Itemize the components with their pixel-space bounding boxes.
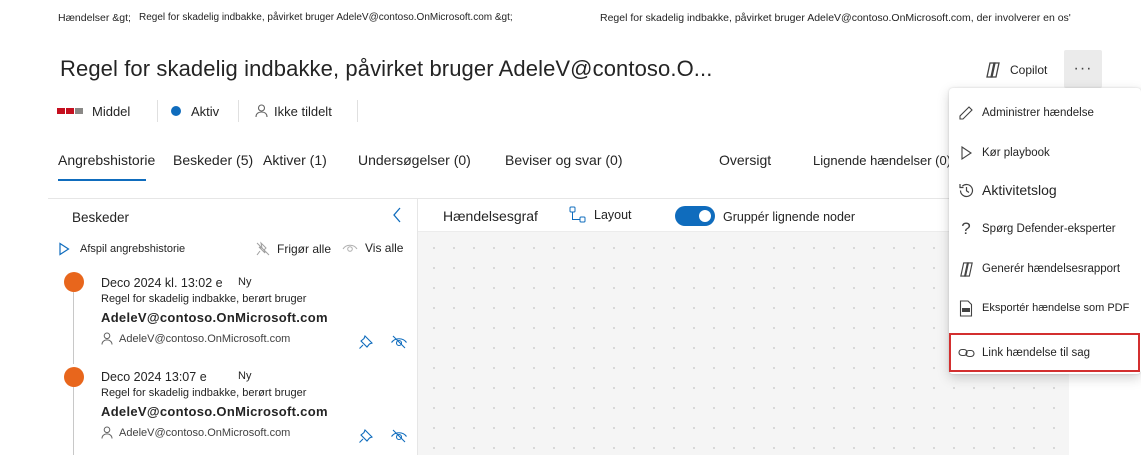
- alert-user-label: AdeleV@contoso.OnMicrosoft.com: [119, 426, 291, 439]
- alert-date: Deco 2024 kl. 13:02 e: [101, 276, 223, 290]
- graph-title: Hændelsesgraf: [443, 208, 538, 224]
- tab-similar-incidents[interactable]: Lignende hændelser (0): [813, 153, 951, 168]
- breadcrumb-current: Regel for skadelig indbakke, påvirket br…: [600, 12, 1071, 24]
- group-similar-nodes-label: Gruppér lignende noder: [723, 210, 856, 224]
- tab-assets[interactable]: Aktiver (1): [263, 152, 327, 168]
- tab-alerts[interactable]: Beskeder (5): [173, 152, 253, 168]
- layout-label: Layout: [594, 207, 632, 222]
- more-actions-button[interactable]: ···: [1064, 50, 1102, 88]
- eye-icon: [342, 241, 358, 255]
- status-divider: [357, 100, 358, 122]
- status-divider: [157, 100, 158, 122]
- person-icon: [101, 426, 113, 439]
- severity-label: Middel: [92, 103, 131, 119]
- alert-title-user[interactable]: AdeleV@contoso.OnMicrosoft.com: [101, 310, 328, 325]
- pdf-icon: [957, 299, 975, 317]
- question-icon: ?: [961, 219, 971, 238]
- severity-dot-icon: [64, 272, 84, 292]
- copilot-label: Copilot: [1010, 63, 1048, 77]
- pin-icon[interactable]: [358, 334, 374, 350]
- status-divider: [238, 100, 239, 122]
- menu-item-label: Generér hændelsesrapport: [982, 263, 1121, 275]
- status-dot-icon: [171, 106, 181, 116]
- alert-user-label: AdeleV@contoso.OnMicrosoft.com: [119, 332, 291, 345]
- person-icon: [101, 332, 113, 345]
- menu-item-activity-log[interactable]: Aktivitetslog: [949, 170, 1141, 210]
- timeline-line: [73, 386, 74, 455]
- tab-evidence[interactable]: Beviser og svar (0): [505, 152, 622, 168]
- collapse-chevron-icon[interactable]: [391, 206, 403, 224]
- hide-icon[interactable]: [390, 334, 408, 350]
- layout-icon: [569, 206, 586, 223]
- active-tab-indicator: [58, 179, 146, 181]
- play-attack-story-label: Afspil angrebshistorie: [80, 243, 186, 255]
- unpin-icon: [255, 241, 271, 257]
- copilot-button[interactable]: Copilot: [984, 60, 1047, 80]
- layout-button[interactable]: Layout: [569, 206, 632, 223]
- alert-status-badge: Ny: [238, 276, 252, 288]
- menu-item-label: Eksportér hændelse som PDF: [982, 302, 1130, 314]
- alert-description[interactable]: Regel for skadelig indbakke, berørt brug…: [101, 387, 306, 399]
- menu-item-ask-defender-experts[interactable]: ? Spørg Defender-eksperter: [949, 209, 1141, 249]
- tab-investigations[interactable]: Undersøgelser (0): [358, 152, 471, 168]
- play-icon: [58, 242, 70, 256]
- menu-item-label: Administrer hændelse: [982, 107, 1094, 119]
- alert-description[interactable]: Regel for skadelig indbakke, berørt brug…: [101, 293, 306, 305]
- play-attack-story-button[interactable]: Afspil angrebshistorie: [58, 242, 185, 256]
- tab-summary[interactable]: Oversigt: [719, 152, 771, 168]
- group-similar-nodes-toggle[interactable]: [675, 206, 715, 226]
- show-all-button[interactable]: Vis alle: [342, 241, 403, 255]
- severity-indicator: Middel: [57, 100, 130, 122]
- person-icon: [255, 104, 268, 118]
- pencil-icon: [957, 105, 975, 121]
- status-indicator: Aktiv: [171, 100, 219, 122]
- severity-bars-icon: [57, 108, 83, 114]
- menu-item-label: Aktivitetslog: [982, 182, 1057, 198]
- tab-attack-story[interactable]: Angrebshistorie: [58, 152, 155, 168]
- status-label: Aktiv: [191, 103, 220, 119]
- alert-title-user[interactable]: AdeleV@contoso.OnMicrosoft.com: [101, 404, 328, 419]
- severity-dot-icon: [64, 367, 84, 387]
- menu-item-export-pdf[interactable]: Eksportér hændelse som PDF: [949, 288, 1141, 328]
- alert-user: AdeleV@contoso.OnMicrosoft.com: [101, 426, 290, 439]
- history-icon: [957, 182, 975, 199]
- alert-status-badge: Ny: [238, 370, 252, 382]
- unpin-all-label: Frigør alle: [277, 242, 332, 256]
- menu-item-generate-report[interactable]: Generér hændelsesrapport: [949, 249, 1141, 289]
- highlight-box: [949, 333, 1140, 372]
- menu-item-label: Spørg Defender-eksperter: [982, 223, 1116, 235]
- menu-item-run-playbook[interactable]: Kør playbook: [949, 133, 1141, 173]
- menu-item-label: Kør playbook: [982, 147, 1050, 159]
- unpin-all-button[interactable]: Frigør alle: [255, 241, 331, 257]
- page-title: Regel for skadelig indbakke, påvirket br…: [60, 56, 713, 81]
- alert-date: Deco 2024 13:07 e: [101, 370, 207, 384]
- play-icon: [957, 145, 975, 161]
- alert-user: AdeleV@contoso.OnMicrosoft.com: [101, 332, 290, 345]
- alerts-pane-title: Beskeder: [72, 210, 130, 225]
- breadcrumb-incident[interactable]: Regel for skadelig indbakke, påvirket br…: [139, 12, 513, 23]
- assigned-label: Ikke tildelt: [274, 103, 332, 119]
- pin-icon[interactable]: [358, 428, 374, 444]
- show-all-label: Vis alle: [365, 241, 404, 255]
- more-actions-menu: Administrer hændelse Kør playbook Aktivi…: [949, 88, 1141, 374]
- menu-item-manage-incident[interactable]: Administrer hændelse: [949, 93, 1141, 133]
- breadcrumb-root[interactable]: Hændelser &gt;: [58, 12, 131, 24]
- copilot-icon: [984, 61, 1002, 79]
- timeline-line: [73, 292, 74, 364]
- copilot-icon: [957, 261, 975, 278]
- hide-icon[interactable]: [390, 428, 408, 444]
- assigned-indicator[interactable]: Ikke tildelt: [255, 100, 332, 122]
